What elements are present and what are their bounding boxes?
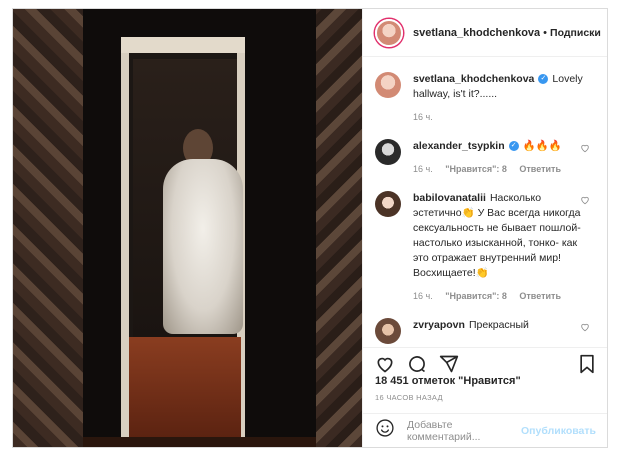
post-side-panel: svetlana_khodchenkova • Подписки svetlan…: [362, 9, 607, 447]
share-icon[interactable]: [439, 354, 459, 374]
emoji-icon[interactable]: [375, 418, 395, 443]
reply-button[interactable]: Ответить: [519, 164, 561, 174]
commenter-avatar[interactable]: [375, 191, 401, 217]
bookmark-icon[interactable]: [578, 354, 596, 374]
floor-edge: [83, 437, 316, 447]
publish-button[interactable]: Опубликовать: [521, 425, 596, 437]
following-button[interactable]: Подписки: [550, 27, 601, 39]
wallpaper-left: [13, 9, 83, 447]
author-username[interactable]: svetlana_khodchenkova: [413, 27, 540, 39]
comment-username[interactable]: zvryapovn: [413, 319, 465, 331]
post-header: svetlana_khodchenkova • Подписки: [363, 9, 607, 57]
comment-text: Насколько эстетично👏 У Вас всегда никогд…: [413, 192, 581, 279]
door-lintel: [121, 37, 245, 53]
comment-item: babilovanatalii Насколько эстетично👏 У Ва…: [375, 191, 596, 304]
commenter-avatar[interactable]: [375, 318, 401, 344]
comment-icon[interactable]: [407, 354, 427, 374]
caption: svetlana_khodchenkova ✓ Lovely hallway, is…: [375, 72, 596, 125]
comment-input[interactable]: Добавьте комментарий...: [407, 419, 521, 443]
person-in-white-robe: [163, 159, 243, 334]
post-photo[interactable]: [13, 9, 362, 447]
comment-item: zvryapovn Прекрасный: [375, 318, 596, 344]
add-comment-bar: Добавьте комментарий... Опубликовать: [363, 413, 607, 447]
comment-time[interactable]: 16 ч.: [413, 164, 433, 174]
header-separator: •: [543, 26, 548, 39]
comment-like-icon[interactable]: [580, 143, 590, 153]
verified-icon: ✓: [508, 141, 519, 152]
comment-like-icon[interactable]: [580, 322, 590, 332]
author-avatar[interactable]: [375, 18, 403, 47]
heart-icon[interactable]: [375, 354, 395, 374]
post-frame: svetlana_khodchenkova • Подписки svetlan…: [12, 8, 608, 448]
verified-icon: ✓: [538, 74, 549, 85]
commenter-avatar[interactable]: [375, 139, 401, 165]
caption-username[interactable]: svetlana_khodchenkova: [413, 73, 534, 85]
comment-likes[interactable]: "Нравится": 8: [445, 164, 507, 174]
comment-text: 🔥🔥🔥: [522, 140, 562, 152]
posted-time[interactable]: 16 ЧАСОВ НАЗАД: [375, 393, 443, 402]
comment-username[interactable]: alexander_tsypkin: [413, 140, 505, 152]
wallpaper-right: [316, 9, 362, 447]
comment-like-icon[interactable]: [580, 195, 590, 205]
comment-likes[interactable]: "Нравится": 8: [445, 291, 507, 301]
comment-time[interactable]: 16 ч.: [413, 291, 433, 301]
caption-avatar[interactable]: [375, 72, 401, 98]
comments-list[interactable]: svetlana_khodchenkova ✓ Lovely hallway, is…: [363, 58, 607, 346]
comment-text: Прекрасный: [468, 319, 529, 331]
comment-username[interactable]: babilovanatalii: [413, 192, 486, 204]
comment-item: alexander_tsypkin ✓ 🔥🔥🔥 16 ч. "Нравится": …: [375, 139, 596, 177]
caption-time[interactable]: 16 ч.: [413, 112, 433, 122]
wooden-floor: [129, 337, 241, 437]
likes-count[interactable]: 18 451 отметок "Нравится": [375, 375, 521, 387]
action-bar: [363, 347, 607, 374]
reply-button[interactable]: Ответить: [519, 291, 561, 301]
